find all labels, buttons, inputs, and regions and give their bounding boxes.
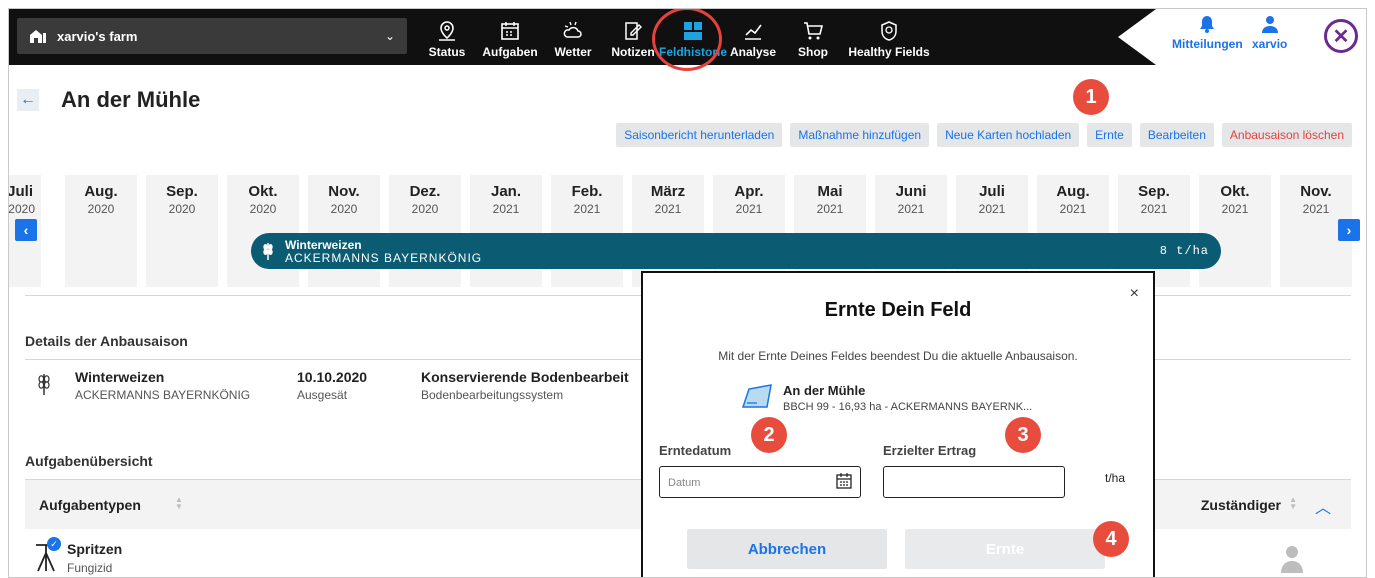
step-badge-1: 1 xyxy=(1073,79,1109,115)
step-badge-4: 4 xyxy=(1093,521,1129,557)
timeline-month: Nov. 2020 xyxy=(308,175,380,287)
date-placeholder: Datum xyxy=(668,477,701,489)
tasks-heading: Aufgabenübersicht xyxy=(25,453,153,469)
person-icon xyxy=(1281,546,1303,573)
timeline-month: Okt. 2021 xyxy=(1199,175,1271,287)
nav-label: Status xyxy=(428,45,466,59)
analyse-icon xyxy=(745,24,762,40)
detail-sowing: 10.10.2020 Ausgesät xyxy=(297,369,367,402)
task-name: Spritzen xyxy=(67,541,123,557)
user-label: xarvio xyxy=(1252,37,1288,51)
bell-icon xyxy=(1200,16,1215,33)
top-bar: xarvio's farm ⌄ Status Aufgaben Wetter N… xyxy=(9,9,1366,71)
modal-field-name: An der Mühle xyxy=(783,383,866,398)
crop-yield: 8 t/ha xyxy=(1159,244,1209,258)
detail-tillage: Konservierende Bodenbearbeit Bodenbearbe… xyxy=(421,369,629,402)
detail-tillage-label: Bodenbearbeitungssystem xyxy=(421,388,564,402)
calendar-icon[interactable] xyxy=(836,473,852,489)
yield-label: Erzielter Ertrag xyxy=(883,443,977,458)
sort-icon[interactable]: ▲ ▼ xyxy=(175,496,183,511)
nav-label: Wetter xyxy=(554,45,592,59)
detail-sowing-label: Ausgesät xyxy=(297,388,348,402)
harvest-date-label: Erntedatum xyxy=(659,443,732,458)
crop-variety: ACKERMANNS BAYERNKÖNIG xyxy=(285,251,483,265)
highlight-ring xyxy=(652,9,722,71)
modal-description: Mit der Ernte Deines Feldes beendest Du … xyxy=(718,349,1078,363)
timeline-month: Okt. 2020 xyxy=(227,175,299,287)
modal-field-meta: BBCH 99 - 16,93 ha - ACKERMANNS BAYERNK.… xyxy=(783,401,1033,413)
farm-name: xarvio's farm xyxy=(57,28,138,44)
harvest-date-input[interactable]: Datum xyxy=(659,466,861,498)
harvest-modal: × Ernte Dein Feld Mit der Ernte Deines F… xyxy=(641,271,1155,577)
details-heading: Details der Anbausaison xyxy=(25,333,188,349)
step-badge-2: 2 xyxy=(751,417,787,453)
user-button[interactable]: xarvio xyxy=(1252,15,1287,51)
field-icon xyxy=(741,384,772,408)
harvest-confirm-button[interactable]: Ernte xyxy=(905,529,1105,569)
nav-shop[interactable]: Shop xyxy=(783,9,843,65)
calendar-icon xyxy=(501,22,519,40)
notes-icon xyxy=(625,22,642,40)
detail-crop-variety: ACKERMANNS BAYERNKÖNIG xyxy=(75,388,251,402)
chevron-down-icon: ⌄ xyxy=(384,29,395,43)
nav-label: Healthy Fields xyxy=(848,45,930,59)
col-owner[interactable]: Zuständiger xyxy=(1201,497,1281,513)
nav-aufgaben[interactable]: Aufgaben xyxy=(477,9,543,65)
modal-title: Ernte Dein Feld xyxy=(824,299,972,321)
detail-tillage-value: Konservierende Bodenbearbeit xyxy=(421,369,629,385)
xarvio-logo-icon[interactable]: ✕ xyxy=(1324,19,1358,53)
topbar-user-area: Mitteilungen xarvio ✕ xyxy=(1118,9,1366,65)
task-type: Fungizid xyxy=(67,561,113,575)
nav-label: Shop xyxy=(798,45,828,59)
crop-name: Winterweizen xyxy=(285,238,362,252)
farm-icon xyxy=(30,30,46,43)
edit-button[interactable]: Bearbeiten xyxy=(1139,123,1214,147)
yield-input[interactable] xyxy=(883,466,1065,498)
sort-icon[interactable]: ▲ ▼ xyxy=(1289,496,1297,511)
download-report-button[interactable]: Saisonbericht herunterladen xyxy=(616,123,783,147)
col-task-type[interactable]: Aufgabentypen xyxy=(39,497,141,513)
cart-icon xyxy=(804,22,824,40)
timeline-month: Feb. 2021 xyxy=(551,175,623,287)
nav-healthy-fields[interactable]: Healthy Fields xyxy=(843,9,935,65)
back-arrow-icon[interactable]: ← xyxy=(17,89,39,111)
nav-label: Notizen xyxy=(611,45,655,59)
user-icon xyxy=(1261,16,1278,33)
add-measure-button[interactable]: Maßnahme hinzufügen xyxy=(790,123,930,147)
nav-label: Analyse xyxy=(729,45,777,59)
timeline-month: Sep. 2020 xyxy=(146,175,218,287)
healthy-fields-icon xyxy=(881,21,897,41)
timeline-prev-button[interactable]: ‹ xyxy=(15,219,37,241)
detail-crop-name: Winterweizen xyxy=(75,369,165,385)
harvest-button[interactable]: Ernte xyxy=(1087,123,1132,147)
detail-sowing-date: 10.10.2020 xyxy=(297,369,368,385)
timeline-month: Aug. 2020 xyxy=(65,175,137,287)
check-icon: ✓ xyxy=(47,537,61,551)
notifications-button[interactable]: Mitteilungen xyxy=(1172,15,1243,51)
chevron-up-icon[interactable]: ︿ xyxy=(1315,494,1331,518)
action-toolbar: Saisonbericht herunterladen Maßnahme hin… xyxy=(616,123,1352,147)
yield-unit: t/ha xyxy=(1105,471,1126,485)
app-frame: xarvio's farm ⌄ Status Aufgaben Wetter N… xyxy=(8,8,1367,578)
timeline-next-button[interactable]: › xyxy=(1338,219,1360,241)
page-title: An der Mühle xyxy=(61,87,201,112)
nav-label: Aufgaben xyxy=(482,45,538,59)
timeline-month: Jan. 2021 xyxy=(470,175,542,287)
detail-crop: Winterweizen ACKERMANNS BAYERNKÖNIG xyxy=(75,369,250,402)
crop-season-bar[interactable]: Winterweizen ACKERMANNS BAYERNKÖNIG 8 t/… xyxy=(251,233,1221,269)
nav-wetter[interactable]: Wetter xyxy=(543,9,603,65)
map-pin-icon xyxy=(439,21,455,41)
nav-analyse[interactable]: Analyse xyxy=(723,9,783,65)
nav-status[interactable]: Status xyxy=(417,9,477,65)
delete-season-button[interactable]: Anbausaison löschen xyxy=(1221,123,1352,147)
weather-icon xyxy=(563,21,582,38)
upload-maps-button[interactable]: Neue Karten hochladen xyxy=(937,123,1080,147)
timeline-month: Dez. 2020 xyxy=(389,175,461,287)
wheat-icon xyxy=(38,374,50,395)
step-badge-3: 3 xyxy=(1005,417,1041,453)
wheat-icon xyxy=(263,243,273,260)
notifications-label: Mitteilungen xyxy=(1172,37,1243,51)
cancel-button[interactable]: Abbrechen xyxy=(687,529,887,569)
farm-selector[interactable]: xarvio's farm ⌄ xyxy=(17,18,407,54)
